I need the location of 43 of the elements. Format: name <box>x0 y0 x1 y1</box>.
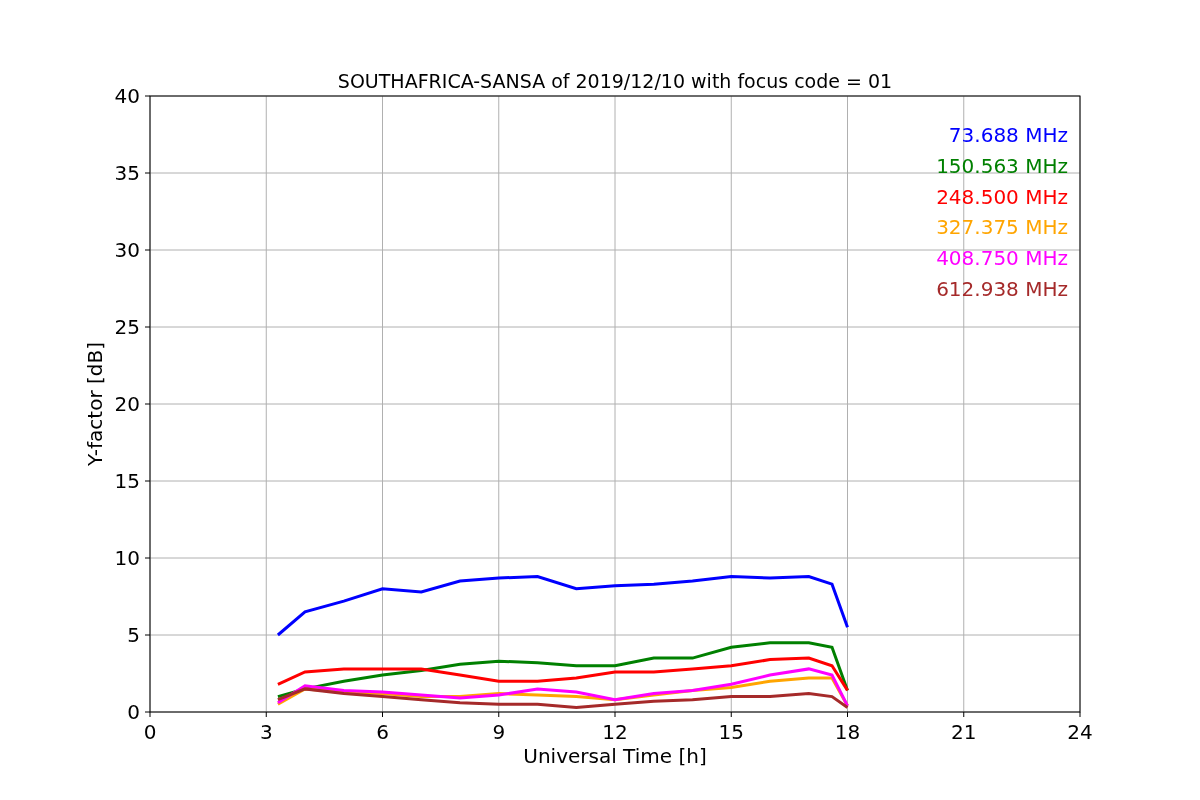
y-tick-label: 10 <box>114 546 140 570</box>
legend-label: 150.563 MHz <box>936 153 1068 178</box>
tick-mark <box>1079 711 1081 718</box>
legend-label: 248.500 MHz <box>936 184 1068 209</box>
tick-mark <box>144 634 151 636</box>
y-tick-label: 40 <box>114 84 140 108</box>
x-tick-label: 9 <box>492 720 506 744</box>
tick-mark <box>144 403 151 405</box>
x-axis-label: Universal Time [h] <box>523 744 707 768</box>
tick-mark <box>144 480 151 482</box>
tick-mark <box>144 326 151 328</box>
x-tick-label: 3 <box>259 720 273 744</box>
y-tick-label: 35 <box>114 161 140 185</box>
tick-mark <box>730 711 732 718</box>
tick-mark <box>614 711 616 718</box>
chart-title: SOUTHAFRICA-SANSA of 2019/12/10 with focus code = 01 <box>337 70 893 92</box>
tick-mark <box>382 711 383 718</box>
legend-label: 408.750 MHz <box>936 246 1068 271</box>
tick-mark <box>144 249 151 251</box>
x-tick-label: 6 <box>376 720 389 744</box>
x-tick-label: 18 <box>834 720 861 744</box>
tick-mark <box>144 557 151 559</box>
y-axis-label: Y-factor [dB] <box>83 342 107 466</box>
tick-mark <box>963 711 965 718</box>
y-tick-label: 0 <box>127 700 140 724</box>
x-tick-label: 24 <box>1067 720 1093 744</box>
legend-label: 327.375 MHz <box>936 215 1068 240</box>
y-tick-label: 15 <box>114 469 140 493</box>
x-tick-label: 15 <box>718 720 744 744</box>
x-tick-label: 12 <box>602 720 628 744</box>
tick-mark <box>144 95 151 97</box>
legend-label: 612.938 MHz <box>936 277 1068 301</box>
legend-label: 73.688 MHz <box>948 123 1068 147</box>
y-tick-label: 5 <box>127 623 140 647</box>
y-tick-label: 20 <box>114 392 140 416</box>
x-tick-label: 21 <box>951 720 977 744</box>
tick-mark <box>847 711 848 718</box>
tick-mark <box>265 711 267 718</box>
tick-mark <box>144 172 151 174</box>
y-tick-label: 25 <box>114 315 140 339</box>
y-tick-label: 30 <box>114 238 140 262</box>
x-tick-label: 0 <box>143 720 157 744</box>
tick-mark <box>498 711 500 718</box>
